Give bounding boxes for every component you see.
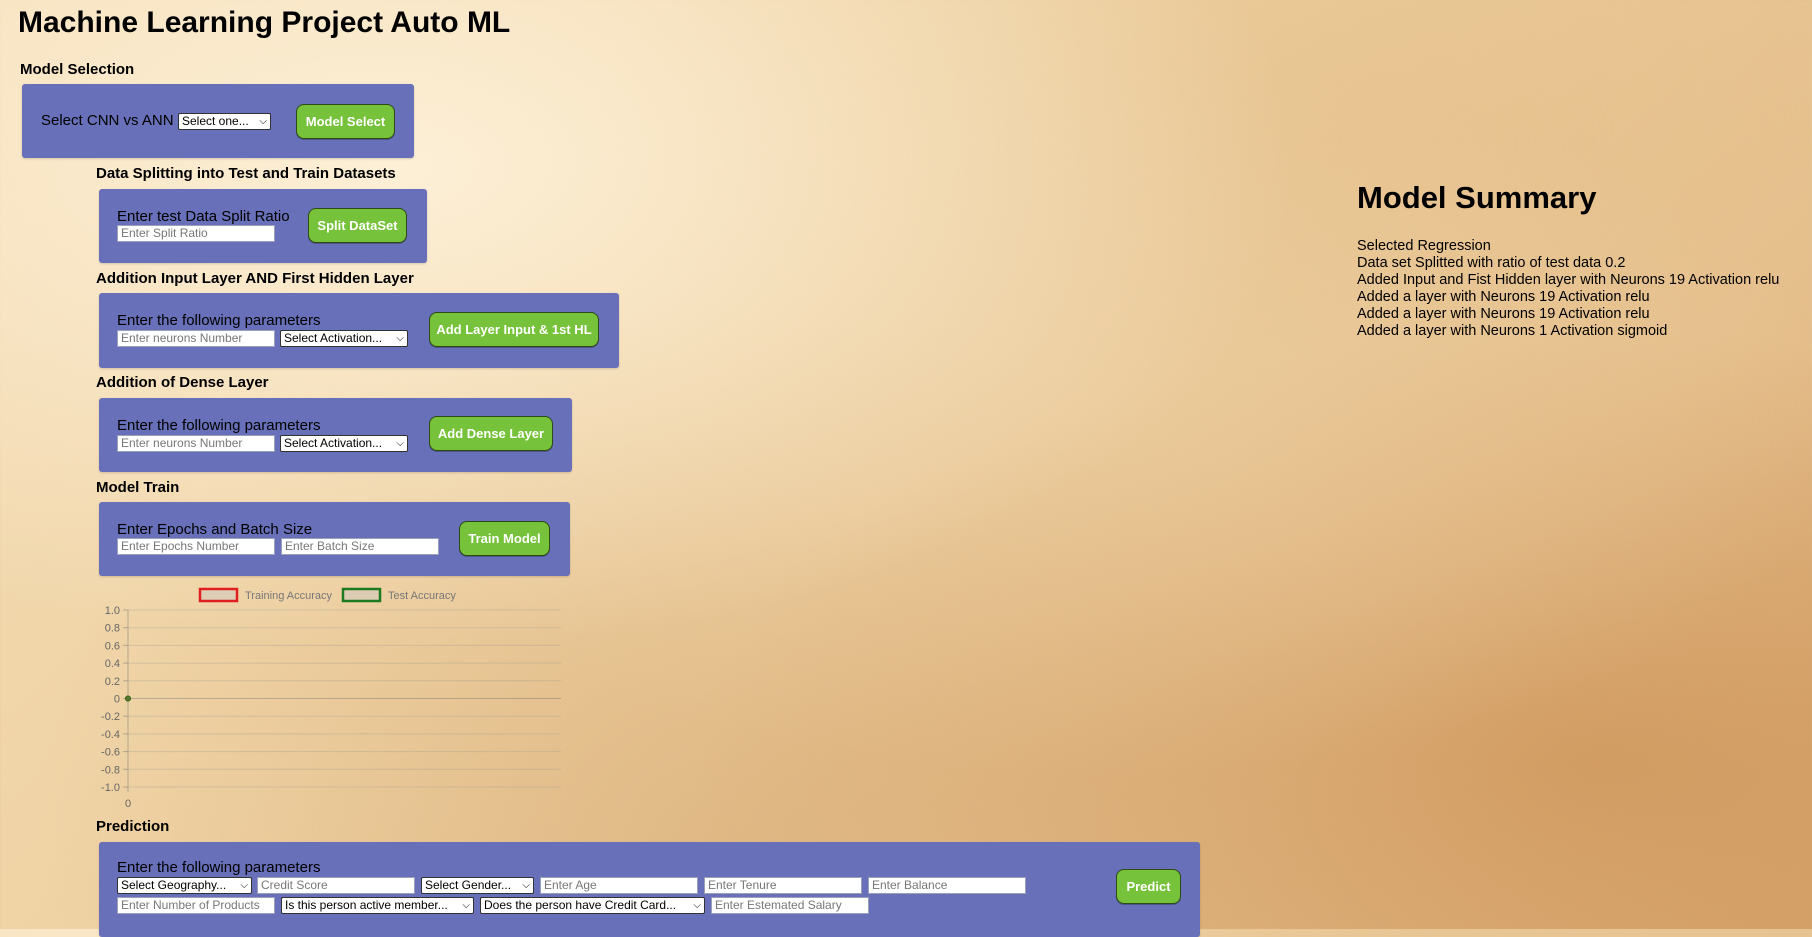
legend-swatch	[198, 587, 239, 603]
model-summary-lines: Selected Regression Data set Splitted wit…	[1357, 238, 1779, 340]
y-tick-label: -0.8	[101, 764, 120, 776]
y-tick-label: 1.0	[105, 605, 120, 617]
chevron-down-icon: ⌵	[240, 880, 248, 891]
summary-line: Added a layer with Neurons 1 Activation …	[1357, 323, 1668, 339]
add-input-layer-button[interactable]: Add Layer Input & 1st HL	[429, 312, 599, 347]
dense-layer-neurons-input[interactable]: Enter neurons Number	[117, 435, 275, 452]
train-panel: Enter Epochs and Batch Size Enter Epochs…	[99, 502, 570, 576]
dense-layer-activation-select[interactable]: Select Activation... ⌵	[280, 435, 408, 452]
add-dense-layer-button[interactable]: Add Dense Layer	[429, 416, 553, 451]
train-model-button[interactable]: Train Model	[459, 521, 550, 556]
credit-score-input[interactable]: Credit Score	[257, 877, 415, 894]
y-tick-label: 0.4	[105, 658, 120, 670]
model-selection-panel: Select CNN vs ANN Select one... ⌵ Model S…	[22, 84, 414, 158]
credit-card-select[interactable]: Does the person have Credit Card... ⌵	[480, 897, 705, 914]
model-summary-title: Model Summary	[1357, 180, 1597, 215]
input-layer-activation-select[interactable]: Select Activation... ⌵	[280, 330, 408, 347]
prediction-heading: Prediction	[96, 818, 170, 835]
active-member-select[interactable]: Is this person active member... ⌵	[281, 897, 474, 914]
tenure-input[interactable]: Enter Tenure	[704, 877, 862, 894]
split-heading: Data Splitting into Test and Train Datas…	[96, 165, 396, 182]
dense-layer-panel: Enter the following parameters Enter neu…	[99, 398, 572, 472]
prediction-prompt: Enter the following parameters	[117, 859, 321, 876]
x-tick-label: 0	[125, 798, 131, 810]
chevron-down-icon: ⌵	[462, 900, 470, 911]
y-tick-label: -0.6	[101, 747, 120, 759]
legend-item: Training Accuracy	[198, 587, 333, 603]
input-layer-panel: Enter the following parameters Enter neu…	[99, 293, 619, 368]
input-layer-heading: Addition Input Layer AND First Hidden La…	[96, 270, 414, 287]
summary-line: Added a layer with Neurons 19 Activation…	[1357, 306, 1650, 322]
summary-line: Selected Regression	[1357, 238, 1491, 254]
input-layer-neurons-input[interactable]: Enter neurons Number	[117, 330, 275, 347]
model-select-button[interactable]: Model Select	[296, 104, 395, 139]
predict-button[interactable]: Predict	[1116, 869, 1181, 904]
legend-swatch	[341, 587, 382, 603]
train-prompt: Enter Epochs and Batch Size	[117, 521, 313, 538]
y-tick-label: -0.4	[101, 729, 120, 741]
dense-layer-prompt: Enter the following parameters	[117, 417, 321, 434]
geography-select[interactable]: Select Geography... ⌵	[117, 877, 252, 894]
y-tick-label: 0.6	[105, 640, 120, 652]
y-tick-label: -1.0	[101, 782, 120, 794]
chevron-down-icon: ⌵	[693, 900, 701, 911]
y-tick-label: 0	[114, 694, 120, 706]
dense-layer-heading: Addition of Dense Layer	[96, 374, 269, 391]
train-heading: Model Train	[96, 479, 180, 496]
chevron-down-icon: ⌵	[522, 880, 530, 891]
summary-line: Added Input and Fist Hidden layer with N…	[1357, 272, 1780, 288]
split-panel: Enter test Data Split Ratio Enter Split …	[99, 189, 427, 263]
y-tick-label: -0.2	[101, 711, 120, 723]
estimated-salary-input[interactable]: Enter Estemated Salary	[711, 897, 869, 914]
y-tick-label: 0.2	[105, 676, 120, 688]
batch-size-input[interactable]: Enter Batch Size	[281, 538, 439, 555]
input-layer-prompt: Enter the following parameters	[117, 312, 321, 329]
model-type-select[interactable]: Select one... ⌵	[178, 113, 271, 130]
chevron-down-icon: ⌵	[396, 438, 404, 449]
accuracy-chart: Training Accuracy Test Accuracy 1.0 0.8 0.6…	[101, 587, 561, 810]
legend-label: Test Accuracy	[388, 590, 456, 602]
balance-input[interactable]: Enter Balance	[868, 877, 1026, 894]
model-selection-heading: Model Selection	[20, 61, 135, 78]
split-ratio-input[interactable]: Enter Split Ratio	[117, 225, 275, 242]
summary-line: Added a layer with Neurons 19 Activation…	[1357, 289, 1650, 305]
legend-item: Test Accuracy	[341, 587, 456, 603]
split-dataset-button[interactable]: Split DataSet	[308, 208, 407, 243]
number-of-products-input[interactable]: Enter Number of Products	[117, 897, 275, 914]
split-prompt: Enter test Data Split Ratio	[117, 208, 290, 225]
summary-line: Data set Splitted with ratio of test dat…	[1357, 255, 1626, 271]
gender-select[interactable]: Select Gender... ⌵	[421, 877, 534, 894]
page-title: Machine Learning Project Auto ML	[18, 6, 511, 39]
model-selection-prompt: Select CNN vs ANN	[41, 112, 174, 129]
chevron-down-icon: ⌵	[396, 333, 404, 344]
age-input[interactable]: Enter Age	[540, 877, 698, 894]
y-tick-label: 0.8	[105, 623, 120, 635]
chevron-down-icon: ⌵	[259, 116, 267, 127]
prediction-panel: Enter the following parameters Select Ge…	[99, 842, 1200, 937]
legend-label: Training Accuracy	[245, 590, 333, 602]
data-point	[125, 695, 131, 702]
epochs-input[interactable]: Enter Epochs Number	[117, 538, 275, 555]
